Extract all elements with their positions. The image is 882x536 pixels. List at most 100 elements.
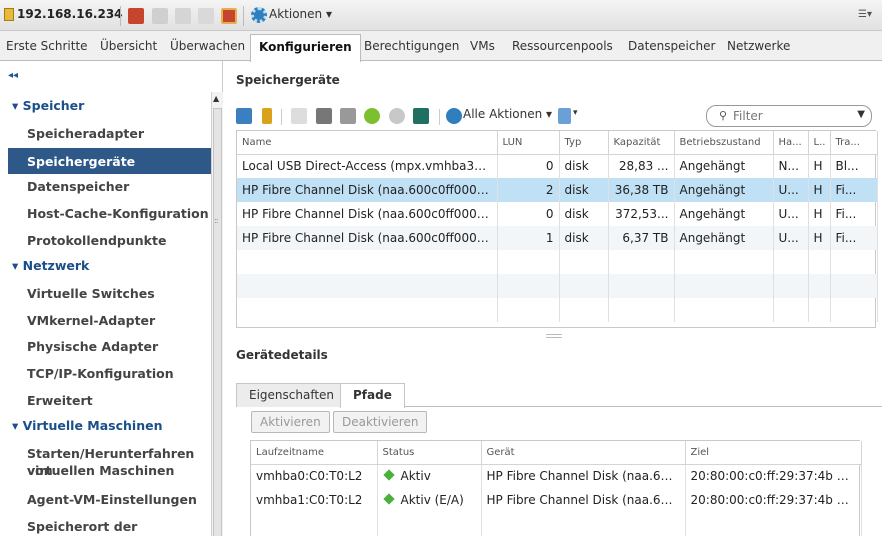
details-tabs: Eigenschaften Pfade [236, 381, 882, 408]
column-header[interactable]: Name [237, 131, 498, 155]
column-header[interactable]: L.. [808, 131, 831, 155]
actions-menu[interactable]: Aktionen ▾ [269, 7, 332, 21]
filter-input[interactable] [733, 108, 843, 124]
sidebar-item-erweitert[interactable]: Erweitert [27, 392, 93, 409]
table-cell: 2 [497, 178, 560, 202]
table-row[interactable]: HP Fibre Channel Disk (naa.600c0ff00029.… [237, 178, 878, 202]
tab-ueberwachen[interactable]: Überwachen [170, 39, 245, 53]
paths-table: Laufzeitname Status Gerät Ziel vmhba0:C0:T0… [250, 440, 862, 536]
sidebar-scrollbar[interactable]: ▲ [211, 92, 223, 536]
sidebar-item-agent-vm[interactable]: Agent-VM-Einstellungen [27, 491, 197, 508]
column-header[interactable]: LUN [497, 131, 560, 155]
sidebar-item-virtuelle-switches[interactable]: Virtuelle Switches [27, 285, 155, 302]
column-header[interactable]: Status [377, 441, 482, 465]
sidebar-item-starten-2[interactable]: virtuellen Maschinen [27, 462, 174, 479]
table-cell: disk [559, 202, 609, 226]
activate-button[interactable]: Aktivieren [251, 411, 330, 433]
resize-handle[interactable] [546, 334, 562, 338]
status-active-icon [382, 493, 395, 505]
collapse-sidebar-icon[interactable]: ◂◂ [8, 70, 18, 81]
chevron-down-icon[interactable]: ▼ [857, 109, 865, 120]
gear-icon[interactable] [251, 7, 267, 23]
column-header[interactable]: Laufzeitname [251, 441, 378, 465]
scroll-up-icon[interactable]: ▲ [213, 94, 219, 103]
sidebar-item-tcpip[interactable]: TCP/IP-Konfiguration [27, 365, 174, 382]
table-cell: vmhba0:C0:T0:L2 [251, 464, 378, 488]
led-off-icon[interactable] [389, 108, 405, 124]
sidebar-item-datenspeicher[interactable]: Datenspeicher [27, 178, 129, 195]
table-cell: U... [773, 178, 809, 202]
table-row[interactable]: HP Fibre Channel Disk (naa.600c0ff00029.… [237, 202, 878, 226]
path-row[interactable]: vmhba1:C0:T0:L2 Aktiv (E/A) HP Fibre Chann… [251, 488, 862, 512]
tab-pfade[interactable]: Pfade [340, 383, 405, 408]
maintenance-icon[interactable] [221, 8, 237, 24]
gear-icon[interactable] [446, 108, 462, 124]
tab-eigenschaften[interactable]: Eigenschaften [236, 383, 348, 407]
table-cell: U... [773, 202, 809, 226]
column-header[interactable]: Ziel [685, 441, 862, 465]
table-cell: HP Fibre Channel Disk (naa.600... [481, 488, 686, 512]
column-header[interactable]: Typ [559, 131, 609, 155]
splitter-handle[interactable]: :: [214, 216, 219, 225]
sidebar-item-vmkernel-adapter[interactable]: VMkernel-Adapter [27, 312, 155, 329]
tab-erste-schritte[interactable]: Erste Schritte [6, 39, 88, 53]
menu-icon[interactable]: ☰▾ [858, 9, 876, 21]
column-header[interactable]: Ha... [773, 131, 809, 155]
filter-box[interactable]: ⚲ ▼ [706, 105, 872, 127]
table-cell: 1 [497, 226, 560, 250]
tab-uebersicht[interactable]: Übersicht [100, 39, 157, 53]
table-cell: vmhba1:C0:T0:L2 [251, 488, 378, 512]
table-cell: 36,38 TB [608, 178, 675, 202]
disabled-action-icon[interactable] [152, 8, 168, 24]
sidebar-section-virtuelle-maschinen[interactable]: ▾ Virtuelle Maschinen [12, 418, 162, 433]
tab-ressourcenpools[interactable]: Ressourcenpools [512, 39, 613, 53]
host-action-icon[interactable] [128, 8, 144, 24]
disabled-action-icon[interactable] [175, 8, 191, 24]
rename-icon[interactable] [340, 108, 356, 124]
tab-konfigurieren[interactable]: Konfigurieren [250, 34, 361, 62]
tab-berechtigungen[interactable]: Berechtigungen [364, 39, 459, 53]
chevron-down-icon: ▾ [12, 418, 23, 433]
tab-datenspeicher[interactable]: Datenspeicher [628, 39, 715, 53]
scrollbar-thumb[interactable] [213, 108, 222, 536]
table-cell: 6,37 TB [608, 226, 675, 250]
deactivate-button[interactable]: Deaktivieren [333, 411, 428, 433]
path-row[interactable]: vmhba0:C0:T0:L2 Aktiv HP Fibre Channel Dis… [251, 464, 862, 488]
detach-icon[interactable] [316, 108, 332, 124]
devices-table: Name LUN Typ Kapazität Betriebszustand Ha... L… [236, 130, 878, 328]
sidebar-item-physische-adapter[interactable]: Physische Adapter [27, 338, 158, 355]
rescan-icon[interactable] [236, 108, 252, 124]
sidebar-section-speicher[interactable]: ▾ Speicher [12, 98, 84, 113]
disabled-action-icon[interactable] [198, 8, 214, 24]
table-row[interactable]: Local USB Direct-Access (mpx.vmhba32:...… [237, 154, 878, 178]
column-header[interactable]: Tra... [830, 131, 878, 155]
status-text: Aktiv (E/A) [400, 493, 464, 507]
column-header[interactable]: Betriebszustand [674, 131, 774, 155]
status-cell: Aktiv (E/A) [377, 488, 482, 512]
table-cell: 372,53... [608, 202, 675, 226]
table-row[interactable]: HP Fibre Channel Disk (naa.600c0ff00029.… [237, 226, 878, 250]
table-cell: 0 [497, 202, 560, 226]
search-icon: ⚲ [719, 109, 728, 122]
tab-netzwerke[interactable]: Netzwerke [727, 39, 790, 53]
table-cell: Bl... [830, 154, 878, 178]
table-cell: H [808, 226, 831, 250]
sidebar-section-netzwerk[interactable]: ▾ Netzwerk [12, 258, 89, 273]
all-actions-menu[interactable]: Alle Aktionen ▾ [463, 107, 552, 121]
tab-vms[interactable]: VMs [470, 39, 495, 53]
sidebar-item-speicheradapter[interactable]: Speicheradapter [27, 125, 144, 142]
column-header[interactable]: Gerät [481, 441, 686, 465]
column-header[interactable]: Kapazität [608, 131, 675, 155]
sidebar-item-protokollendpunkte[interactable]: Protokollendpunkte [27, 232, 166, 249]
empty-row [237, 298, 878, 322]
sidebar-item-speicherort[interactable]: Speicherort der [27, 518, 137, 535]
table-cell: disk [559, 154, 609, 178]
sidebar-item-speichergeraete[interactable]: Speichergeräte [8, 148, 211, 174]
disabled-icon[interactable] [291, 108, 307, 124]
export-icon[interactable] [558, 108, 571, 124]
table-cell: disk [559, 178, 609, 202]
led-on-icon[interactable] [364, 108, 380, 124]
sidebar-item-host-cache[interactable]: Host-Cache-Konfiguration [27, 205, 209, 222]
refresh-icon[interactable] [262, 108, 272, 124]
flash-icon[interactable] [413, 108, 429, 124]
